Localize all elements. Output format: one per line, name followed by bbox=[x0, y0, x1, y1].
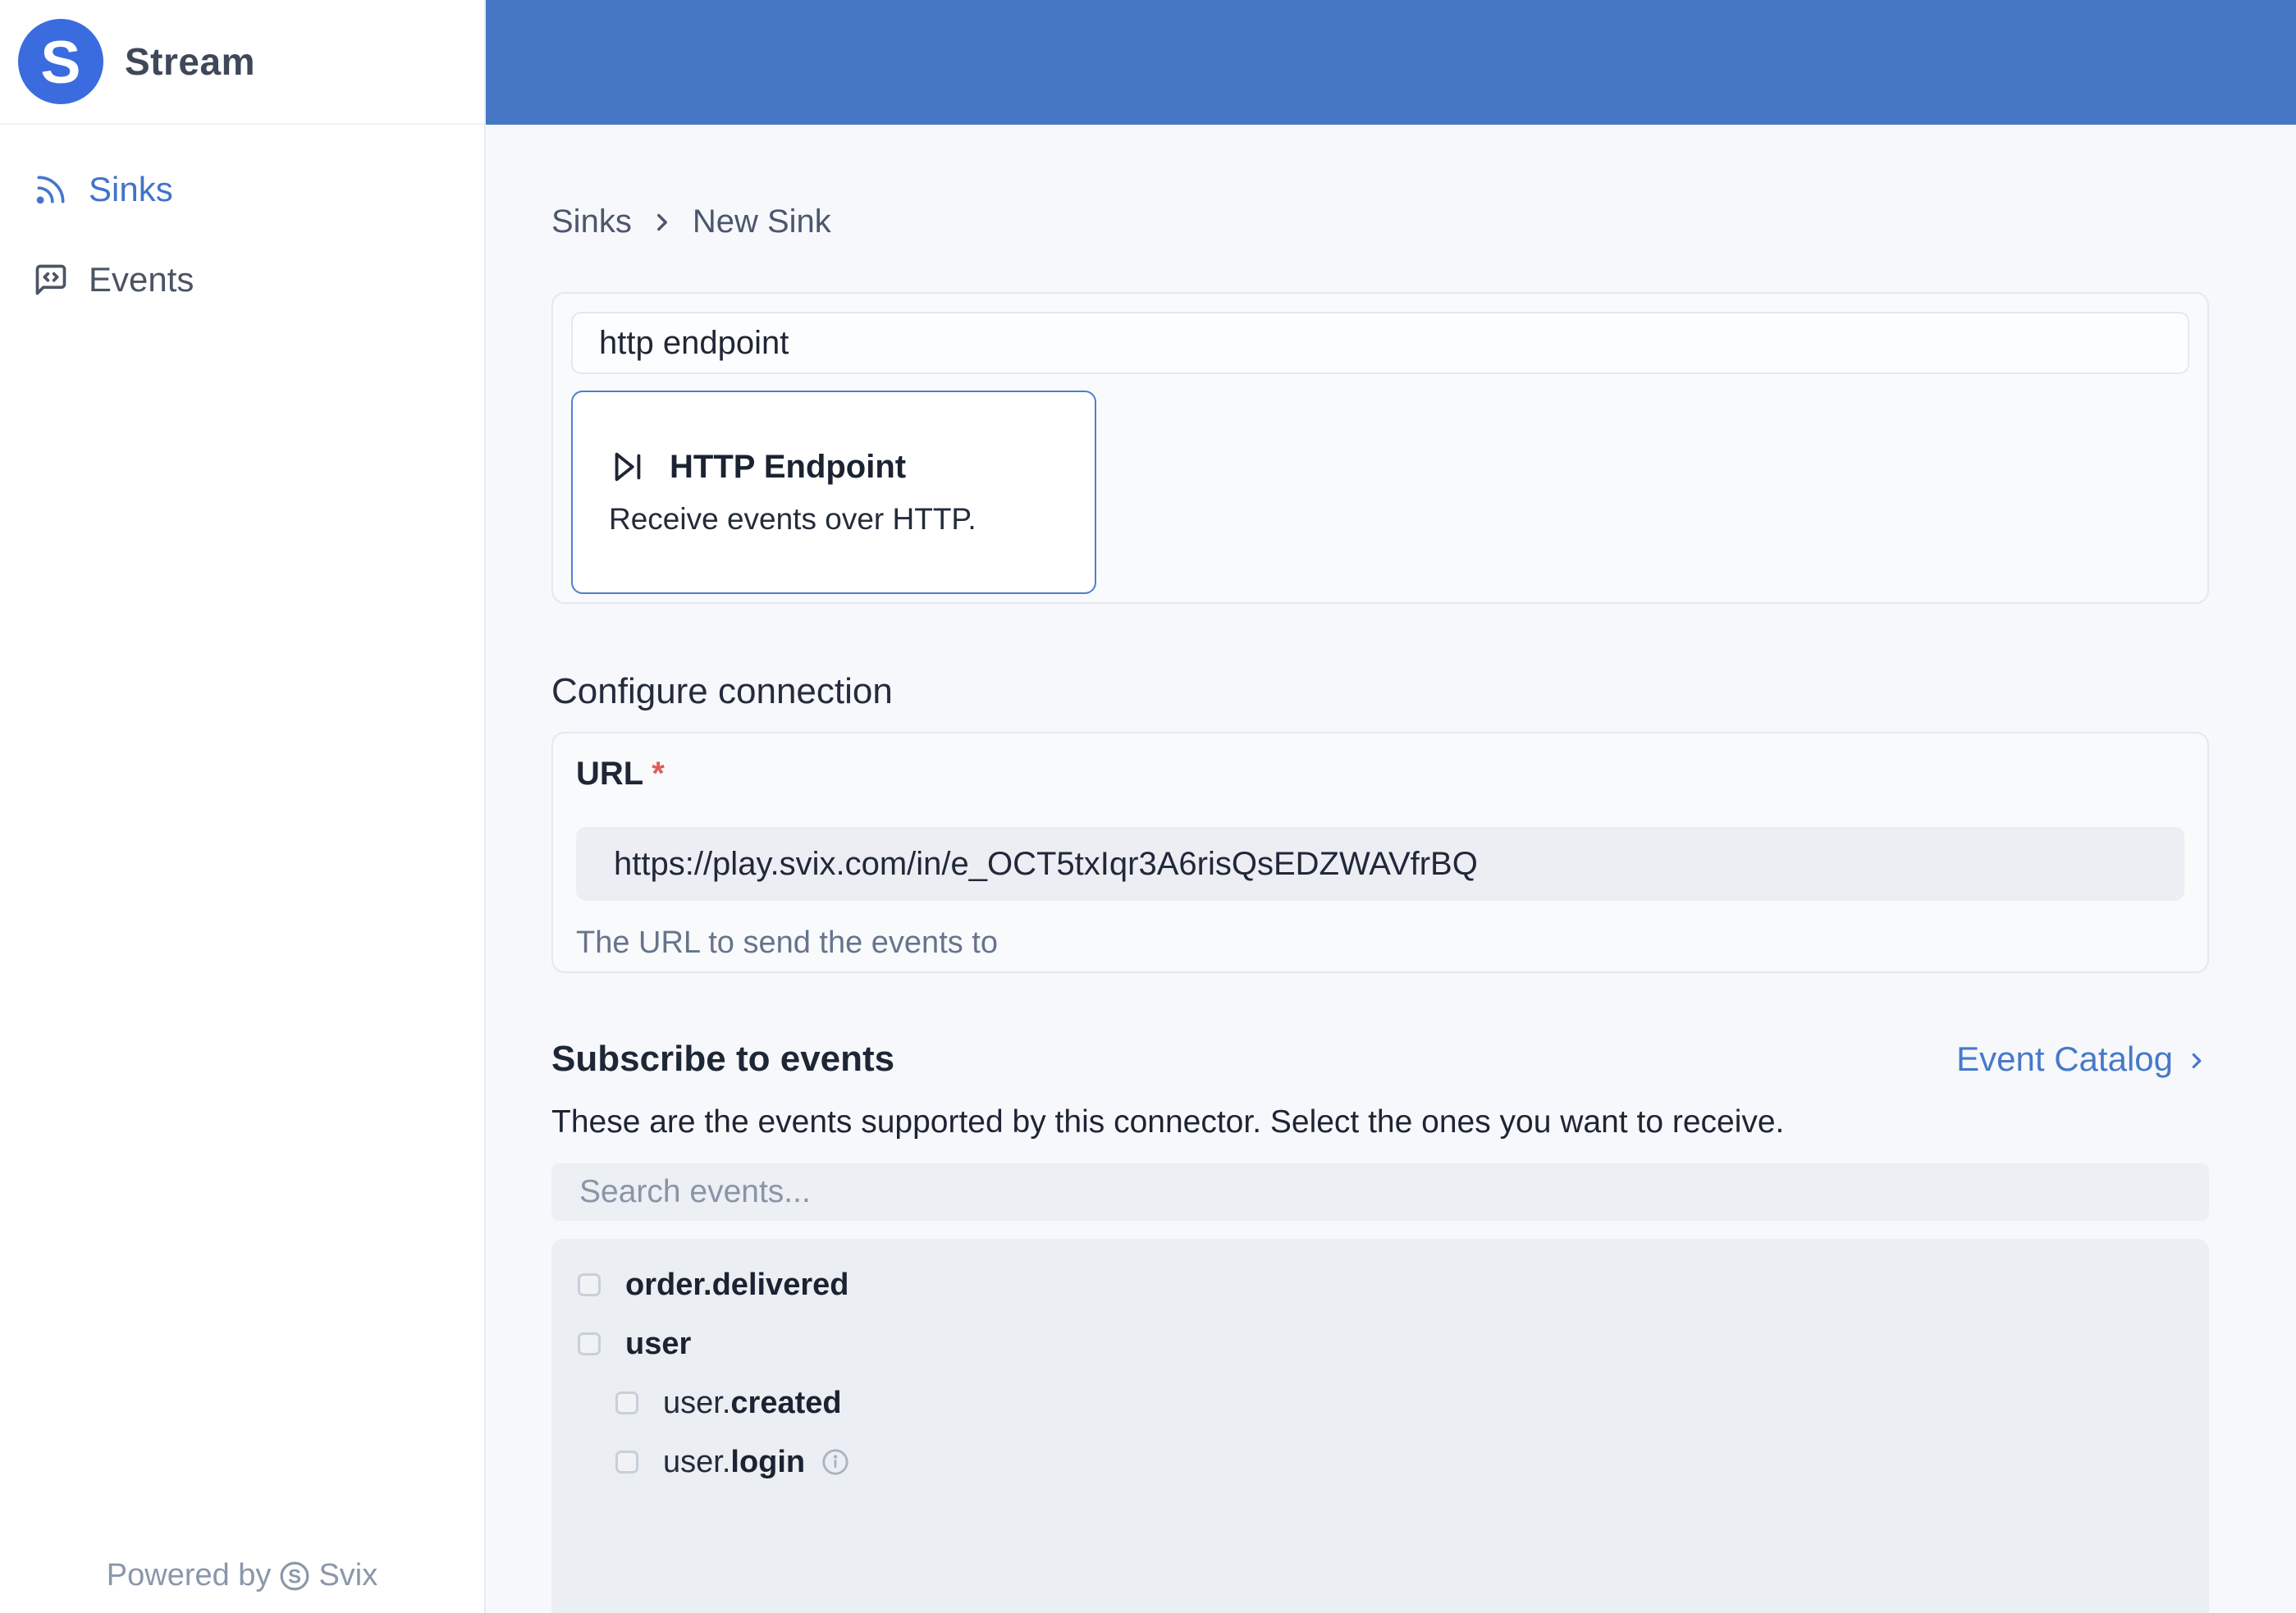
sidebar-item-label: Events bbox=[89, 260, 194, 299]
chevron-right-icon bbox=[2192, 1053, 2202, 1069]
event-name: login bbox=[730, 1444, 806, 1479]
breadcrumb-new-sink: New Sink bbox=[692, 203, 831, 240]
event-label: user.login bbox=[663, 1445, 805, 1480]
powered-by-brand: Svix bbox=[318, 1558, 378, 1592]
event-name-prefix: user. bbox=[663, 1385, 731, 1420]
event-row-user: user bbox=[578, 1314, 2183, 1373]
app-title: Stream bbox=[125, 40, 255, 83]
svix-badge-letter: S bbox=[289, 1565, 302, 1588]
url-input-wrap bbox=[576, 827, 2184, 901]
event-name: user bbox=[625, 1326, 692, 1361]
url-help-text: The URL to send the events to bbox=[576, 925, 999, 960]
svix-logo-icon: S bbox=[18, 19, 103, 104]
event-name: order.delivered bbox=[625, 1267, 849, 1302]
powered-by-text: Powered by bbox=[106, 1558, 272, 1592]
sidebar-item-events[interactable]: Events bbox=[33, 249, 484, 310]
configure-connection-heading: Configure connection bbox=[551, 671, 893, 711]
sink-type-search-input[interactable] bbox=[573, 324, 2188, 362]
event-checkbox[interactable] bbox=[578, 1273, 601, 1296]
events-search-input[interactable] bbox=[551, 1174, 2209, 1210]
required-asterisk: * bbox=[652, 756, 665, 792]
url-field-label: URL * bbox=[576, 755, 2184, 793]
svix-badge-icon: S bbox=[281, 1561, 309, 1590]
events-search-wrap bbox=[551, 1163, 2209, 1221]
url-field-card: URL* The URL to send the events to bbox=[551, 732, 2209, 973]
event-checkbox[interactable] bbox=[578, 1332, 601, 1355]
event-label: user bbox=[625, 1327, 691, 1362]
svix-logo-letter: S bbox=[40, 28, 80, 96]
event-label: user.created bbox=[663, 1386, 842, 1421]
info-icon[interactable] bbox=[821, 1448, 849, 1476]
event-row-order-delivered: order.delivered bbox=[578, 1255, 2183, 1314]
top-header-bar bbox=[486, 0, 2296, 125]
subscribe-description: These are the events supported by this c… bbox=[551, 1104, 1785, 1140]
event-row-user-login: user.login bbox=[615, 1433, 2183, 1492]
event-checkbox[interactable] bbox=[615, 1451, 638, 1474]
http-endpoint-tile[interactable]: HTTP Endpoint Receive events over HTTP. bbox=[571, 391, 1096, 594]
tile-description: Receive events over HTTP. bbox=[609, 502, 976, 536]
skip-forward-icon bbox=[615, 452, 641, 482]
subscribe-heading: Subscribe to events bbox=[551, 1039, 895, 1079]
sink-type-chooser-card: HTTP Endpoint Receive events over HTTP. bbox=[551, 292, 2209, 604]
event-name: created bbox=[730, 1385, 842, 1420]
event-label: order.delivered bbox=[625, 1268, 848, 1303]
chevron-right-icon bbox=[656, 213, 667, 231]
app-logo-row: S Stream bbox=[0, 0, 484, 125]
tile-title: HTTP Endpoint bbox=[670, 448, 907, 485]
event-checkbox[interactable] bbox=[615, 1391, 638, 1414]
main-area: Sinks New Sink HTTP Endpoint Receive eve… bbox=[486, 125, 2296, 1613]
event-catalog-link[interactable]: Event Catalog bbox=[1956, 1040, 2209, 1079]
sidebar-nav: Sinks Events bbox=[0, 159, 484, 310]
event-name-prefix: user. bbox=[663, 1444, 731, 1479]
events-list-panel: order.delivered user user.created user.l… bbox=[551, 1239, 2209, 1613]
sidebar-item-label: Sinks bbox=[89, 170, 173, 208]
breadcrumb-sinks[interactable]: Sinks bbox=[551, 200, 632, 243]
sidebar: S Stream Sinks Events Powered by S Svix bbox=[0, 0, 486, 1613]
breadcrumb: Sinks New Sink bbox=[551, 200, 2209, 243]
message-code-icon bbox=[35, 264, 66, 295]
event-catalog-label: Event Catalog bbox=[1956, 1040, 2173, 1078]
event-row-user-created: user.created bbox=[615, 1373, 2183, 1433]
sidebar-item-sinks[interactable]: Sinks bbox=[33, 159, 484, 220]
sink-type-search bbox=[571, 312, 2189, 374]
rss-icon bbox=[36, 176, 65, 204]
powered-by-footer[interactable]: Powered by S Svix bbox=[0, 1558, 484, 1593]
url-label-text: URL bbox=[576, 756, 644, 792]
url-input[interactable] bbox=[576, 845, 2184, 883]
